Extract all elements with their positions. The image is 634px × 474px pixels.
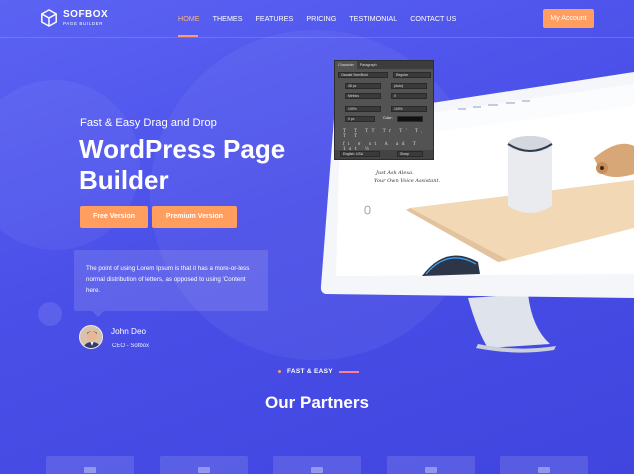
tab-paragraph[interactable]: Paragraph xyxy=(357,61,380,69)
font-size-field[interactable]: 48 px xyxy=(345,83,381,89)
baseline-field[interactable]: 0 px xyxy=(345,116,375,122)
vertical-scale-field[interactable]: 100% xyxy=(345,106,381,112)
nav-active-indicator xyxy=(178,35,198,37)
font-style-field[interactable]: Regular xyxy=(393,72,431,78)
tracking-field[interactable]: 0 xyxy=(391,93,427,99)
type-style-icons[interactable]: T T TT Tr T' T, T T xyxy=(343,128,433,138)
site-header: SOFBOX PAGE BUILDER HOME THEMES FEATURES… xyxy=(0,0,634,38)
hero-title: WordPress Page Builder xyxy=(79,134,286,195)
my-account-button[interactable]: My Account xyxy=(543,9,594,28)
language-field[interactable]: English: USA xyxy=(340,151,380,157)
nav-home[interactable]: HOME xyxy=(178,14,200,23)
author-role: CEO - Sofbox xyxy=(112,343,150,349)
quote-notch xyxy=(92,311,104,317)
antialias-field[interactable]: Sharp xyxy=(397,151,423,157)
premium-version-button[interactable]: Premium Version xyxy=(152,206,237,228)
author-name: John Deo xyxy=(111,327,147,336)
nav-features[interactable]: FEATURES xyxy=(256,14,294,23)
avatar xyxy=(79,325,103,349)
kicker-dot xyxy=(278,370,281,373)
font-family-field[interactable]: Oswald SemiBold xyxy=(338,72,388,78)
logo-subtitle: PAGE BUILDER xyxy=(63,20,104,26)
screen-caption-1: Just Ask Alexa. xyxy=(375,170,414,176)
kicker-line xyxy=(338,370,359,373)
tab-character[interactable]: Character xyxy=(335,61,357,69)
kicker-text: FAST & EASY xyxy=(287,368,333,375)
free-version-button[interactable]: Free Version xyxy=(80,206,148,228)
bg-dot xyxy=(38,302,62,326)
nav-pricing[interactable]: PRICING xyxy=(306,14,336,23)
partner-card-4[interactable] xyxy=(387,456,475,474)
screen-caption-2: Your Own Voice Assistant. xyxy=(374,178,441,184)
partner-card-5[interactable] xyxy=(500,456,588,474)
partner-logo-icon xyxy=(425,467,437,473)
testimonial-quote: The point of using Lorem Ipsum is that i… xyxy=(74,250,268,311)
kerning-field[interactable]: Metrics xyxy=(345,93,381,99)
partner-logo-icon xyxy=(84,467,96,473)
color-label: Color: xyxy=(383,116,393,120)
color-swatch[interactable] xyxy=(397,116,423,122)
partners-title: Our Partners xyxy=(265,393,369,412)
cube-logo-icon xyxy=(41,9,57,27)
hero-tagline: Fast & Easy Drag and Drop xyxy=(80,117,217,129)
horizontal-scale-field[interactable]: 100% xyxy=(391,106,427,112)
character-panel: Character Paragraph Oswald SemiBold Regu… xyxy=(334,60,434,160)
nav-contact[interactable]: CONTACT US xyxy=(410,14,456,23)
nav-testimonial[interactable]: TESTIMONIAL xyxy=(349,14,397,23)
main-nav: HOME THEMES FEATURES PRICING TESTIMONIAL… xyxy=(178,14,469,23)
partner-logo-icon xyxy=(538,467,550,473)
partner-logo-icon xyxy=(311,467,323,473)
section-kicker: FAST & EASY xyxy=(278,368,359,375)
leading-field[interactable]: (Auto) xyxy=(391,83,427,89)
partner-card-3[interactable] xyxy=(273,456,361,474)
logo[interactable]: SOFBOX PAGE BUILDER xyxy=(40,9,108,27)
logo-name: SOFBOX xyxy=(63,8,109,20)
partner-logo-icon xyxy=(198,467,210,473)
person-avatar-icon xyxy=(80,326,102,348)
partner-card-2[interactable] xyxy=(160,456,248,474)
nav-themes[interactable]: THEMES xyxy=(213,14,243,23)
partner-card-1[interactable] xyxy=(46,456,134,474)
panel-footer: English: USA Sharp xyxy=(335,150,433,159)
